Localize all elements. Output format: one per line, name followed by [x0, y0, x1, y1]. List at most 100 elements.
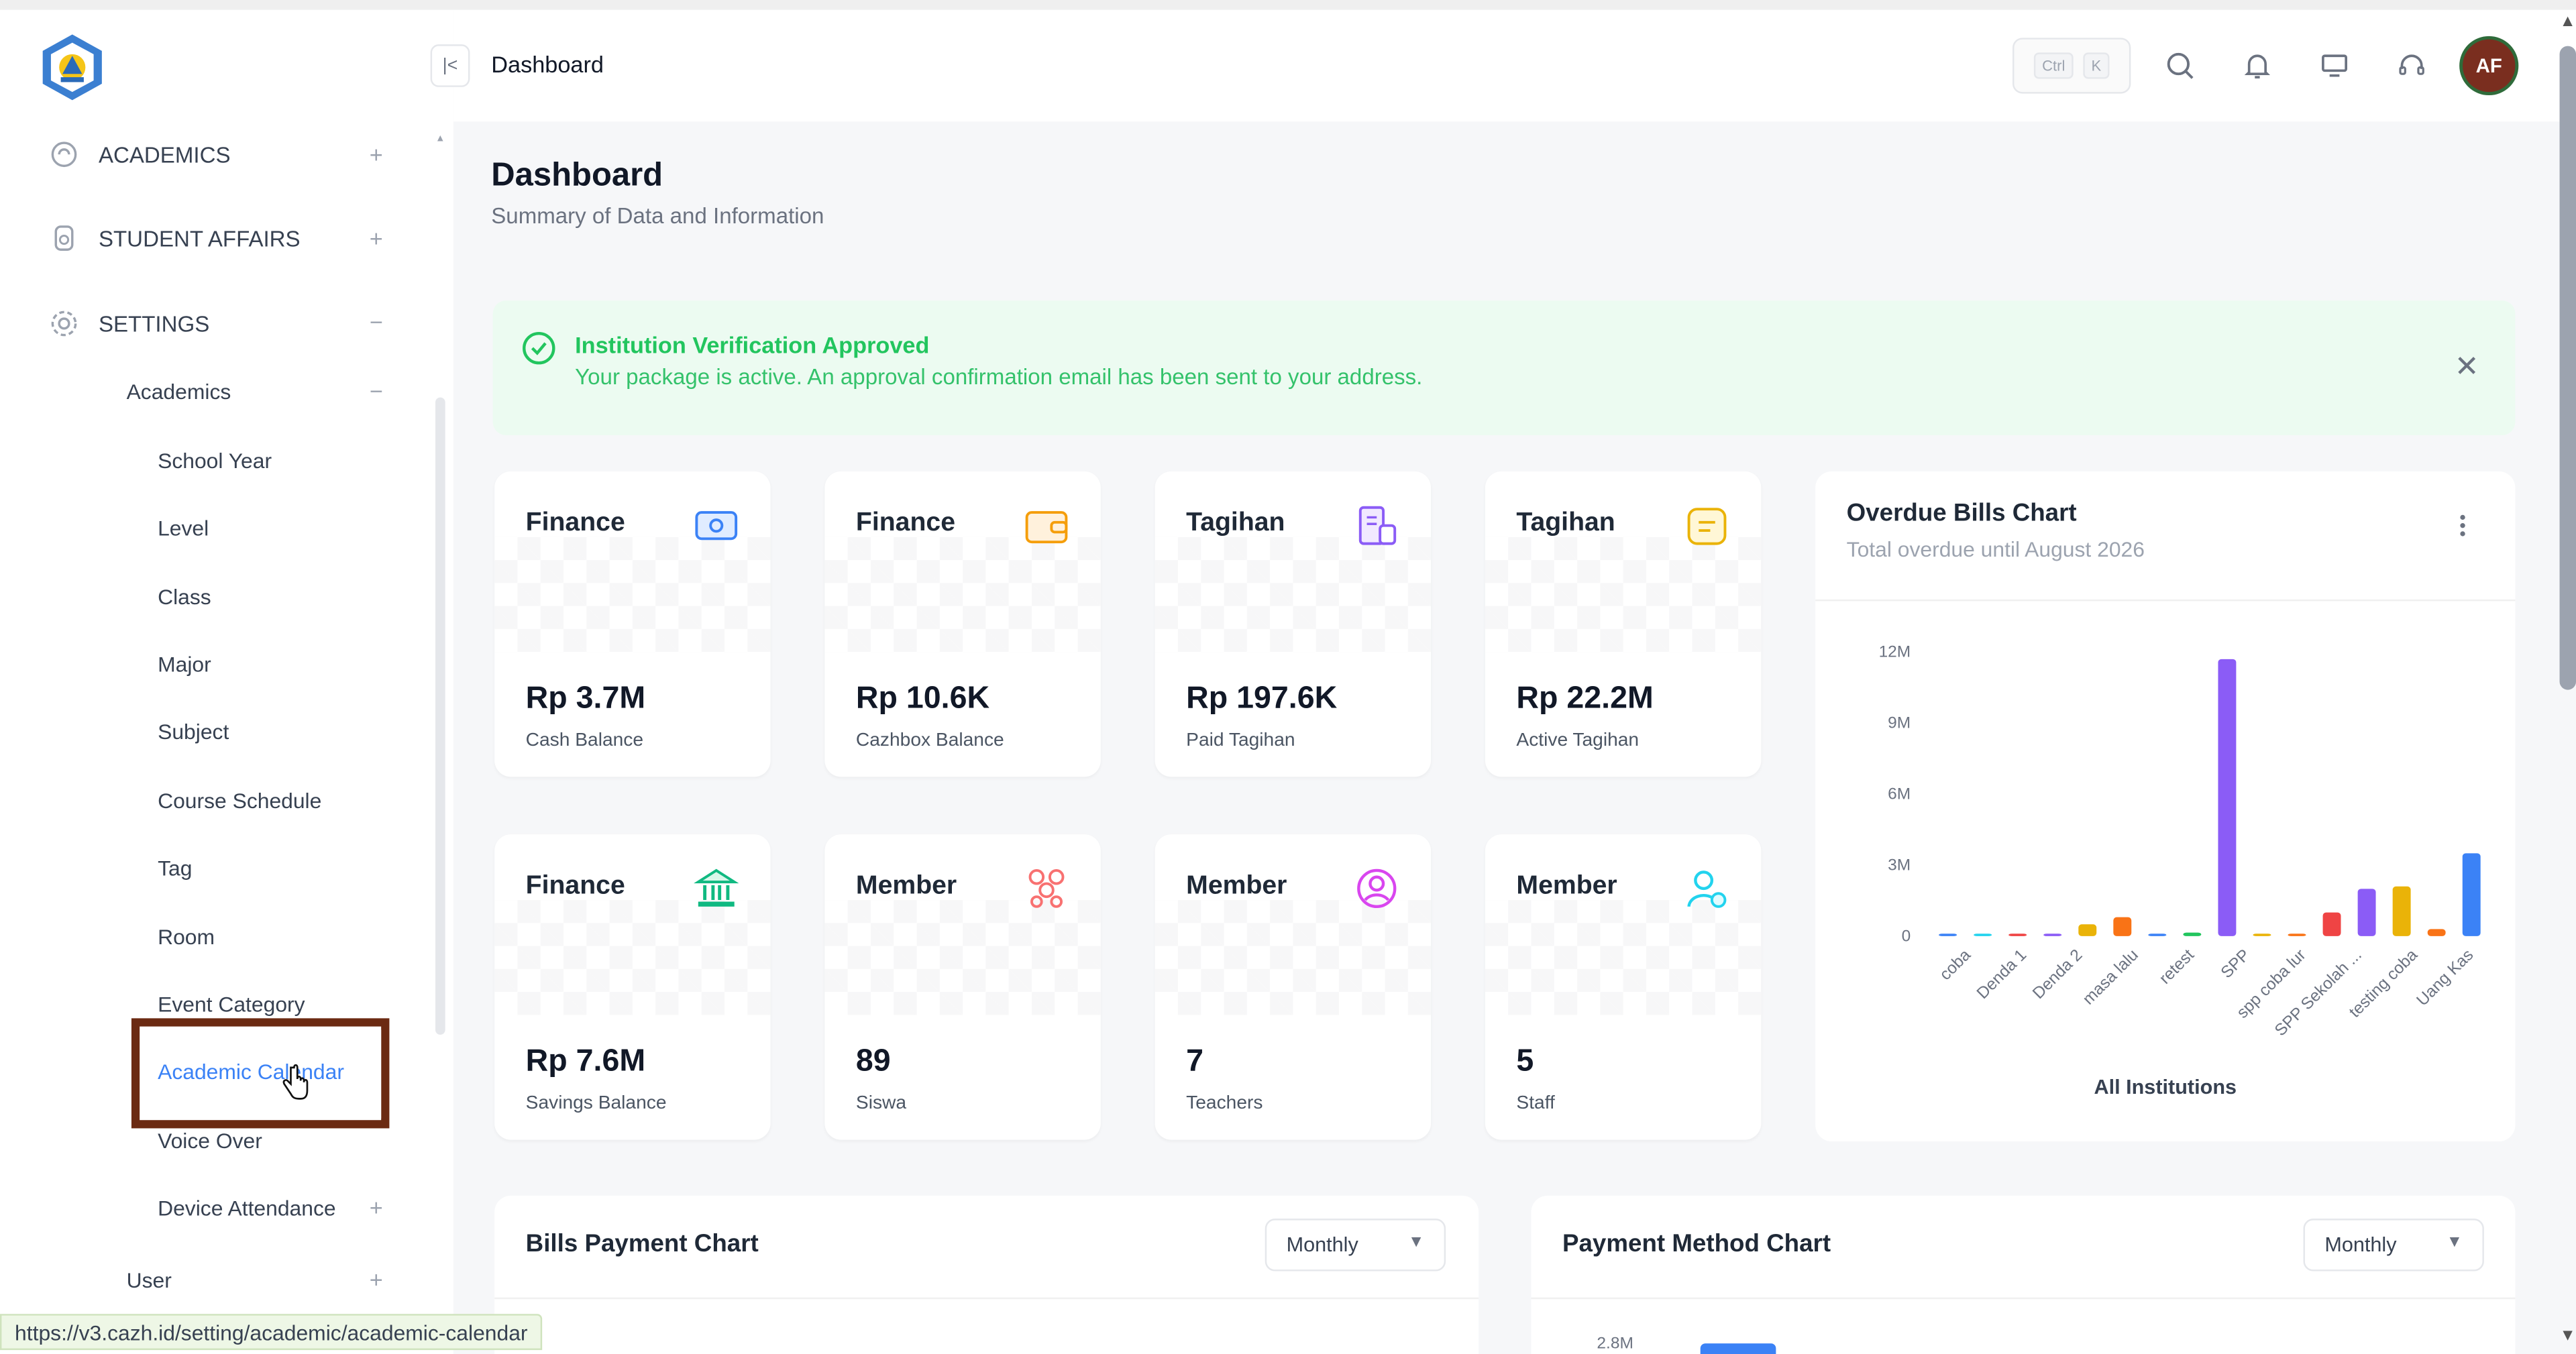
- sidebar-item-major[interactable]: Major: [158, 652, 211, 677]
- card-label: Siswa: [855, 1094, 907, 1114]
- nav-settings-academics[interactable]: Academics: [127, 380, 231, 404]
- sidebar-item-voice-over[interactable]: Voice Over: [158, 1128, 262, 1153]
- chart-bar[interactable]: [2078, 924, 2097, 936]
- card-value: 89: [855, 1044, 891, 1079]
- nav-academics-expand[interactable]: +: [366, 142, 386, 168]
- nav-student-affairs-expand[interactable]: +: [366, 225, 386, 251]
- card-pattern: [1155, 537, 1432, 653]
- payment-method-period-select[interactable]: Monthly ▼: [2303, 1219, 2484, 1272]
- page-scroll-up-arrow[interactable]: ▲: [2560, 13, 2576, 32]
- monitor-icon[interactable]: [2316, 48, 2353, 84]
- stat-card-active-tagihan[interactable]: Tagihan Rp 22.2M Active Tagihan: [1485, 471, 1762, 777]
- stat-card-savings-balance[interactable]: Finance Rp 7.6M Savings Balance: [494, 834, 771, 1140]
- payment-method-ytick: 2.8M: [1597, 1335, 1633, 1353]
- overdue-bills-chart-card: Overdue Bills Chart Total overdue until …: [1815, 471, 2516, 1142]
- stat-card-staff[interactable]: Member 5 Staff: [1485, 834, 1762, 1140]
- x-tick-label: Denda 2: [2029, 946, 2086, 1003]
- stat-card-siswa[interactable]: Member 89 Siswa: [824, 834, 1101, 1140]
- sidebar-item-course-schedule[interactable]: Course Schedule: [158, 789, 321, 813]
- chart-bar[interactable]: [2113, 917, 2132, 936]
- sidebar-item-device-attendance[interactable]: Device Attendance: [158, 1196, 335, 1221]
- stat-card-paid-tagihan[interactable]: Tagihan Rp 197.6K Paid Tagihan: [1155, 471, 1432, 777]
- x-tick-label: Uang Kas: [2413, 946, 2477, 1009]
- chart-bar[interactable]: [2462, 853, 2481, 936]
- chart-bar[interactable]: [2357, 889, 2376, 936]
- sidebar-item-subject[interactable]: Subject: [158, 720, 229, 744]
- app-root: ▲ ACADEMICS + STUDENT AFFAIRS + SETTINGS…: [0, 0, 2576, 1354]
- x-tick-label: coba: [1936, 946, 1974, 984]
- nav-user[interactable]: User: [127, 1268, 172, 1293]
- sidebar-item-room[interactable]: Room: [158, 925, 215, 950]
- sidebar-item-event-category[interactable]: Event Category: [158, 992, 305, 1017]
- chart-bar[interactable]: [2218, 659, 2237, 936]
- sidebar-item-school-year[interactable]: School Year: [158, 449, 272, 473]
- command-palette-shortcut[interactable]: Ctrl K: [2012, 38, 2131, 94]
- card-category: Member: [1186, 872, 1287, 901]
- card-divider: [1531, 1297, 2516, 1300]
- y-tick-label: 9M: [1888, 714, 1911, 732]
- stat-card-cash-balance[interactable]: Finance Rp 3.7M Cash Balance: [494, 471, 771, 777]
- search-icon[interactable]: [2162, 48, 2198, 84]
- sidebar-collapse-button[interactable]: |<: [430, 44, 470, 87]
- chart-bar[interactable]: [2008, 934, 2027, 936]
- chart-bar[interactable]: [2148, 934, 2167, 936]
- chart-bar[interactable]: [2322, 912, 2341, 936]
- card-pattern: [1155, 900, 1432, 1015]
- bills-payment-period-select[interactable]: Monthly ▼: [1265, 1219, 1446, 1272]
- institution-logo[interactable]: [38, 33, 107, 102]
- sidebar-item-device-attendance-expand[interactable]: +: [366, 1194, 386, 1220]
- stat-card-teachers[interactable]: Member 7 Teachers: [1155, 834, 1432, 1140]
- verification-alert: Institution Verification Approved Your p…: [492, 300, 2516, 435]
- sidebar-item-class[interactable]: Class: [158, 585, 211, 610]
- card-category: Member: [855, 872, 957, 901]
- bell-icon[interactable]: [2239, 48, 2275, 84]
- avatar[interactable]: AF: [2459, 36, 2519, 96]
- card-label: Active Tagihan: [1516, 730, 1640, 751]
- sidebar-scrollbar[interactable]: [435, 397, 445, 1035]
- nav-academics-label: ACADEMICS: [98, 142, 231, 167]
- more-vertical-icon[interactable]: [2459, 514, 2466, 537]
- sidebar-item-academic-calendar[interactable]: Academic Calendar: [158, 1060, 344, 1084]
- page-scroll-down-arrow[interactable]: ▼: [2560, 1327, 2576, 1345]
- nav-academics[interactable]: ACADEMICS: [49, 139, 231, 169]
- nav-student-affairs[interactable]: STUDENT AFFAIRS: [49, 223, 301, 253]
- group-icon: [1022, 864, 1071, 913]
- stat-card-cazhbox-balance[interactable]: Finance Rp 10.6K Cazhbox Balance: [824, 471, 1101, 777]
- card-pattern: [1485, 537, 1762, 653]
- chart-bar[interactable]: [2183, 932, 2202, 936]
- chart-bar[interactable]: [2253, 934, 2271, 936]
- nav-settings-academics-collapse[interactable]: −: [366, 378, 386, 404]
- breadcrumb: Dashboard: [491, 50, 604, 78]
- chart-bar[interactable]: [1974, 934, 1992, 936]
- chart-bar[interactable]: [2392, 886, 2411, 936]
- card-pattern: [494, 537, 771, 653]
- headset-icon[interactable]: [2394, 48, 2430, 84]
- chart-bar[interactable]: [2288, 934, 2306, 936]
- nav-settings-collapse[interactable]: −: [366, 308, 386, 335]
- chart-bar[interactable]: [2427, 929, 2446, 936]
- card-value: Rp 7.6M: [525, 1044, 646, 1079]
- card-label: Staff: [1516, 1094, 1555, 1114]
- nav-settings[interactable]: SETTINGS: [49, 308, 209, 338]
- chart-bar[interactable]: [2043, 934, 2062, 936]
- select-value: Monthly: [1286, 1233, 1358, 1257]
- collapse-left-icon: |<: [442, 56, 458, 76]
- card-category: Tagihan: [1516, 509, 1615, 537]
- chart-bar[interactable]: [1939, 934, 1957, 936]
- x-tick-label: masa lalu: [2080, 946, 2142, 1008]
- page-subtitle: Summary of Data and Information: [491, 203, 824, 229]
- card-value: Rp 22.2M: [1516, 681, 1654, 716]
- card-value: Rp 10.6K: [855, 681, 990, 716]
- alert-close-button[interactable]: ✕: [2455, 350, 2479, 384]
- sidebar-item-level[interactable]: Level: [158, 516, 209, 541]
- y-tick-label: 3M: [1888, 856, 1911, 874]
- card-pattern: [824, 900, 1101, 1015]
- kbd-k: K: [2083, 52, 2110, 79]
- hand-cursor-icon: [282, 1064, 309, 1109]
- alert-title: Institution Verification Approved: [575, 331, 930, 358]
- sidebar-item-tag[interactable]: Tag: [158, 856, 192, 881]
- sidebar-scroll-up-arrow[interactable]: ▲: [435, 135, 445, 145]
- page-scrollbar-thumb[interactable]: [2559, 46, 2576, 690]
- note-icon: [1682, 501, 1731, 550]
- nav-user-expand[interactable]: +: [366, 1266, 386, 1292]
